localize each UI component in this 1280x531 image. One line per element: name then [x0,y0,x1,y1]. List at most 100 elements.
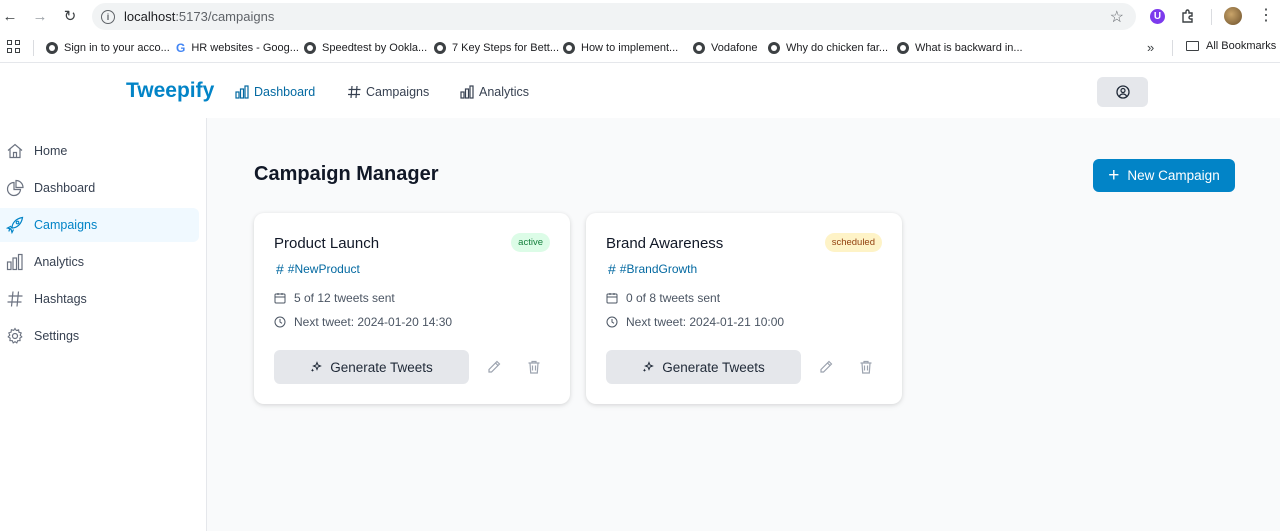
bookmark-item[interactable]: Why do chicken far... [768,40,888,56]
user-menu-button[interactable] [1097,77,1148,107]
generate-tweets-button[interactable]: Generate Tweets [274,350,469,384]
tweets-progress: 5 of 12 tweets sent [274,291,395,305]
next-tweet: Next tweet: 2024-01-20 14:30 [274,315,452,329]
google-icon: G [176,41,186,55]
bookmarks-bar: Sign in to your acco... G HR websites - G… [0,33,1280,63]
app-header: Tweepify Dashboard Campaigns Analytics [0,64,1280,118]
globe-icon [693,42,705,54]
edit-campaign-button[interactable] [817,358,835,376]
sidebar-item-home[interactable]: Home [0,134,199,168]
sidebar-item-campaigns[interactable]: Campaigns [0,208,199,242]
home-icon [7,143,23,159]
status-badge: active [511,233,550,252]
extension-icon[interactable]: U [1150,9,1165,24]
sparkles-icon [643,361,655,372]
bookmark-item[interactable]: Speedtest by Ookla... [304,40,427,56]
generate-tweets-button[interactable]: Generate Tweets [606,350,801,384]
nav-label: Dashboard [254,85,316,99]
sidebar-item-label: Analytics [34,255,85,269]
more-menu-icon[interactable]: ⋮ [1258,7,1274,25]
pencil-icon [820,360,833,373]
bookmark-label: HR websites - Goog... [191,42,299,54]
sidebar-item-dashboard[interactable]: Dashboard [0,171,199,205]
sidebar-item-label: Dashboard [34,181,96,195]
sidebar: Home Dashboard Campaigns Analytics Hasht… [0,118,207,531]
nav-analytics[interactable]: Analytics [460,84,529,100]
url-host: localhost [124,9,176,24]
bookmark-label: How to implement... [581,42,679,54]
gear-icon [7,327,23,344]
edit-campaign-button[interactable] [485,358,503,376]
bookmark-item[interactable]: G HR websites - Goog... [176,40,299,56]
bookmark-label: Why do chicken far... [786,42,889,54]
folder-icon [1186,41,1199,51]
pencil-icon [488,360,501,373]
more-bookmarks-button[interactable]: » [1147,40,1154,55]
reload-icon[interactable]: ↻ [60,6,80,26]
plus-icon: + [1108,165,1120,186]
next-tweet: Next tweet: 2024-01-21 10:00 [606,315,784,329]
trash-icon [860,360,872,374]
globe-icon [768,42,780,54]
calendar-icon [274,293,286,304]
bar-chart-icon [6,253,23,271]
all-bookmarks-button[interactable]: All Bookmarks [1186,40,1276,52]
forward-icon[interactable]: → [30,6,50,26]
new-campaign-label: New Campaign [1127,168,1220,183]
clock-icon [274,316,286,328]
sidebar-item-label: Settings [34,329,80,343]
rocket-icon [6,216,24,234]
bookmark-divider [1172,40,1173,56]
next-tweet-text: Next tweet: 2024-01-21 10:00 [626,315,785,329]
user-icon [1115,85,1130,99]
nav-label: Campaigns [366,85,430,99]
tweets-progress-text: 0 of 8 tweets sent [626,291,721,305]
bar-chart-icon [460,85,474,99]
hash-icon: # [608,261,616,277]
sidebar-item-hashtags[interactable]: Hashtags [0,282,199,316]
sidebar-item-settings[interactable]: Settings [0,319,199,353]
brand-logo[interactable]: Tweepify [126,79,214,103]
sidebar-item-label: Home [34,144,68,158]
hashtag-label: #BrandGrowth [619,262,698,276]
bookmark-star-icon[interactable]: ☆ [1110,7,1124,27]
delete-campaign-button[interactable] [857,358,875,376]
hash-icon [348,85,361,99]
sidebar-item-label: Hashtags [34,292,87,306]
bookmark-label: Vodafone [711,42,758,54]
bookmark-label: 7 Key Steps for Bett... [452,42,559,54]
next-tweet-text: Next tweet: 2024-01-20 14:30 [294,315,453,329]
campaign-name: Brand Awareness [606,235,724,252]
bookmark-label: Speedtest by Ookla... [322,42,428,54]
nav-campaigns[interactable]: Campaigns [347,84,429,100]
address-bar[interactable]: i localhost:5173/campaigns ☆ [92,3,1136,30]
tweets-progress: 0 of 8 tweets sent [606,291,720,305]
delete-campaign-button[interactable] [525,358,543,376]
nav-dashboard[interactable]: Dashboard [235,84,315,100]
bookmark-label: What is backward in... [915,42,1023,54]
bookmark-item[interactable]: Sign in to your acco... [46,40,170,56]
bookmark-item[interactable]: How to implement... [563,40,678,56]
campaign-hashtag[interactable]: # #NewProduct [276,261,360,277]
apps-grid-icon[interactable] [7,40,21,54]
new-campaign-button[interactable]: + New Campaign [1093,159,1235,192]
page-title: Campaign Manager [254,163,439,185]
bookmark-item[interactable]: Vodafone [693,40,758,56]
all-bookmarks-label: All Bookmarks [1206,40,1277,52]
campaign-hashtag[interactable]: # #BrandGrowth [608,261,697,277]
sidebar-item-analytics[interactable]: Analytics [0,245,199,279]
back-icon[interactable]: ← [0,6,20,26]
globe-icon [304,42,316,54]
bookmark-item[interactable]: What is backward in... [897,40,1023,56]
tweets-progress-text: 5 of 12 tweets sent [294,291,395,305]
generate-tweets-label: Generate Tweets [662,359,765,375]
sparkles-icon [311,361,323,372]
bookmark-divider [33,40,34,56]
nav-label: Analytics [479,85,530,99]
status-badge: scheduled [824,233,882,252]
bookmark-item[interactable]: 7 Key Steps for Bett... [434,40,559,56]
extensions-puzzle-icon[interactable] [1179,7,1197,25]
profile-avatar[interactable] [1224,7,1242,25]
site-info-icon[interactable]: i [101,9,115,24]
trash-icon [528,360,540,374]
